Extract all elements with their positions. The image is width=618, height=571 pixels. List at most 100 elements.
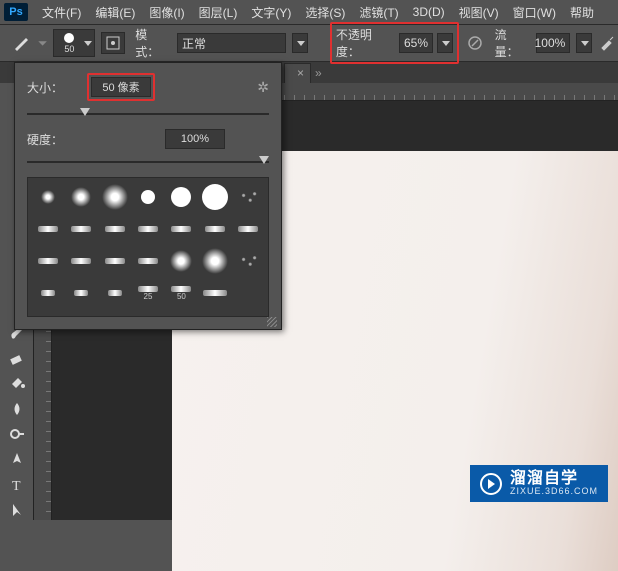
tool-eraser[interactable] (4, 348, 30, 367)
opacity-dropdown-button[interactable] (437, 33, 453, 53)
gear-icon[interactable]: ✲ (257, 79, 269, 96)
menu-help[interactable]: 帮助 (564, 2, 600, 23)
brush-preset[interactable] (166, 214, 197, 244)
brush-preset[interactable] (199, 214, 230, 244)
brush-preset[interactable]: 50 (166, 278, 197, 308)
tool-path-selection[interactable] (4, 501, 30, 520)
brush-hardness-value: 100% (181, 133, 209, 145)
brush-panel-icon (105, 35, 121, 51)
slider-track (27, 161, 269, 163)
airbrush-icon (599, 34, 617, 52)
menu-bar: Ps 文件(F) 编辑(E) 图像(I) 图层(L) 文字(Y) 选择(S) 滤… (0, 0, 618, 24)
brush-preset[interactable] (233, 182, 264, 212)
chevron-down-icon (84, 41, 92, 46)
brush-preset[interactable] (233, 214, 264, 244)
brush-preset[interactable] (199, 182, 230, 212)
menu-view[interactable]: 视图(V) (453, 2, 505, 23)
brush-size-slider[interactable] (27, 107, 269, 121)
brush-preset[interactable] (99, 214, 130, 244)
brush-preset[interactable] (132, 182, 163, 212)
opacity-input[interactable]: 65% (399, 33, 433, 53)
brush-preset-picker[interactable]: 50 (53, 29, 95, 57)
brush-size-value: 50 像素 (102, 79, 139, 95)
brush-size-highlight: 50 像素 (87, 73, 155, 101)
brush-preset[interactable] (99, 182, 130, 212)
watermark: 溜溜自学 ZIXUE.3D66.COM (470, 465, 608, 502)
brush-preset[interactable] (132, 214, 163, 244)
menu-select[interactable]: 选择(S) (299, 2, 351, 23)
flow-label: 流量： (495, 26, 531, 60)
tabstrip-overflow[interactable]: » (315, 66, 322, 80)
opacity-label: 不透明度： (336, 26, 395, 60)
tool-preset-button[interactable] (10, 32, 32, 54)
brush-preset-grid: 25 50 (27, 177, 269, 317)
menu-3d[interactable]: 3D(D) (407, 3, 451, 21)
close-icon[interactable]: × (297, 66, 304, 80)
brush-preset[interactable] (32, 214, 63, 244)
menu-image[interactable]: 图像(I) (143, 2, 190, 23)
brush-preset[interactable] (132, 246, 163, 276)
options-bar: ⏷ 50 模式： 正常 不透明度： 65% 流量： 100% (0, 25, 618, 61)
brush-icon (12, 34, 30, 52)
brush-preset-size: 25 (144, 292, 153, 301)
mode-dropdown-button[interactable] (292, 33, 308, 53)
chevron-down-icon (581, 41, 589, 46)
brush-preset[interactable] (65, 278, 96, 308)
brush-hardness-input[interactable]: 100% (165, 129, 225, 149)
pressure-opacity-button[interactable] (465, 33, 485, 53)
tool-blur[interactable] (4, 399, 30, 418)
mode-value: 正常 (182, 35, 206, 52)
brush-panel-toggle[interactable] (101, 32, 125, 54)
brush-size-input[interactable]: 50 像素 (91, 77, 151, 97)
brush-preset[interactable] (32, 278, 63, 308)
brush-hardness-slider[interactable] (27, 155, 269, 169)
brush-preset[interactable] (32, 182, 63, 212)
slider-thumb[interactable] (80, 108, 90, 116)
brush-size-label: 大小： (27, 79, 87, 96)
brush-preset[interactable] (65, 246, 96, 276)
resize-grip[interactable] (267, 317, 277, 327)
menu-edit[interactable]: 编辑(E) (89, 2, 141, 23)
document-tab[interactable]: × (284, 63, 311, 83)
brush-hardness-label: 硬度： (27, 131, 87, 148)
ps-logo: Ps (4, 3, 28, 21)
tool-pen[interactable] (4, 450, 30, 469)
menu-filter[interactable]: 滤镜(T) (353, 2, 404, 23)
brush-preset-size: 50 (177, 292, 186, 301)
brush-preset[interactable] (199, 246, 230, 276)
tool-dodge[interactable] (4, 425, 30, 444)
tablet-pressure-icon (466, 34, 484, 52)
mode-select[interactable]: 正常 (177, 33, 286, 53)
tool-preset-caret: ⏷ (38, 36, 48, 51)
brush-preset[interactable] (166, 182, 197, 212)
menu-type[interactable]: 文字(Y) (245, 2, 297, 23)
flow-dropdown-button[interactable] (576, 33, 592, 53)
brush-preset[interactable] (233, 278, 264, 308)
watermark-title: 溜溜自学 (510, 471, 598, 487)
airbrush-button[interactable] (598, 33, 618, 53)
brush-preset[interactable] (99, 278, 130, 308)
brush-preset[interactable] (99, 246, 130, 276)
menu-window[interactable]: 窗口(W) (507, 2, 562, 23)
brush-dot-icon (64, 33, 74, 43)
brush-preset-popup: 大小： 50 像素 ✲ 硬度： 100% (14, 62, 282, 330)
menu-file[interactable]: 文件(F) (36, 2, 87, 23)
slider-thumb[interactable] (259, 156, 269, 164)
brush-preset[interactable] (233, 246, 264, 276)
flow-input[interactable]: 100% (536, 33, 570, 53)
tool-paint-bucket[interactable] (4, 374, 30, 393)
brush-preset[interactable] (32, 246, 63, 276)
brush-preset[interactable] (166, 246, 197, 276)
play-icon (480, 473, 502, 495)
menu-layer[interactable]: 图层(L) (193, 2, 244, 23)
chevron-down-icon (297, 41, 305, 46)
brush-preset[interactable] (65, 214, 96, 244)
tool-type[interactable]: T (4, 475, 30, 494)
watermark-url: ZIXUE.3D66.COM (510, 487, 598, 496)
brush-preset[interactable] (199, 278, 230, 308)
mode-label: 模式： (135, 26, 171, 60)
flow-value: 100% (535, 36, 566, 50)
brush-preset[interactable]: 25 (132, 278, 163, 308)
chevron-down-icon (442, 41, 450, 46)
brush-preset[interactable] (65, 182, 96, 212)
